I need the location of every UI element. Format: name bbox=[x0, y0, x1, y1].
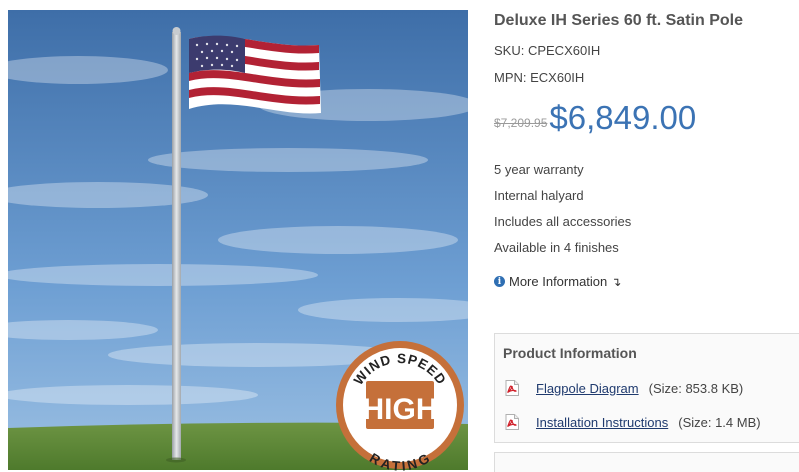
sale-price: $6,849.00 bbox=[549, 99, 697, 136]
wind-speed-rating-badge: WIND SPEED HIGH RATING bbox=[333, 338, 467, 472]
feature-accessories: Includes all accessories bbox=[494, 214, 632, 229]
product-information-panel: Product Information Flagpole Diagram (Si… bbox=[494, 333, 799, 443]
price-row: $7,209.95$6,849.00 bbox=[494, 99, 696, 137]
document-size: (Size: 853.8 KB) bbox=[648, 380, 744, 396]
flagpole-diagram-link[interactable]: Flagpole Diagram bbox=[536, 381, 639, 396]
feature-warranty: 5 year warranty bbox=[494, 162, 584, 177]
feature-halyard: Internal halyard bbox=[494, 188, 584, 203]
additional-panel bbox=[494, 452, 799, 472]
document-size: (Size: 1.4 MB) bbox=[678, 414, 761, 430]
installation-instructions-link[interactable]: Installation Instructions bbox=[536, 415, 668, 430]
original-price: $7,209.95 bbox=[494, 116, 548, 130]
more-information-label: More Information bbox=[509, 274, 608, 289]
product-mpn: MPN: ECX60IH bbox=[494, 70, 585, 85]
document-row: Installation Instructions (Size: 1.4 MB) bbox=[505, 414, 761, 430]
more-information-link[interactable]: i More Information ↴ bbox=[494, 274, 621, 289]
pdf-icon bbox=[505, 414, 519, 430]
product-sku: SKU: CPECX60IH bbox=[494, 43, 601, 58]
product-information-title: Product Information bbox=[503, 345, 637, 361]
product-title: Deluxe IH Series 60 ft. Satin Pole bbox=[494, 12, 743, 29]
badge-center-text: HIGH bbox=[363, 393, 438, 426]
arrow-down-icon: ↴ bbox=[611, 274, 622, 289]
pdf-icon bbox=[505, 380, 519, 396]
feature-finishes: Available in 4 finishes bbox=[494, 240, 619, 255]
info-icon: i bbox=[494, 276, 505, 287]
document-row: Flagpole Diagram (Size: 853.8 KB) bbox=[505, 380, 743, 396]
